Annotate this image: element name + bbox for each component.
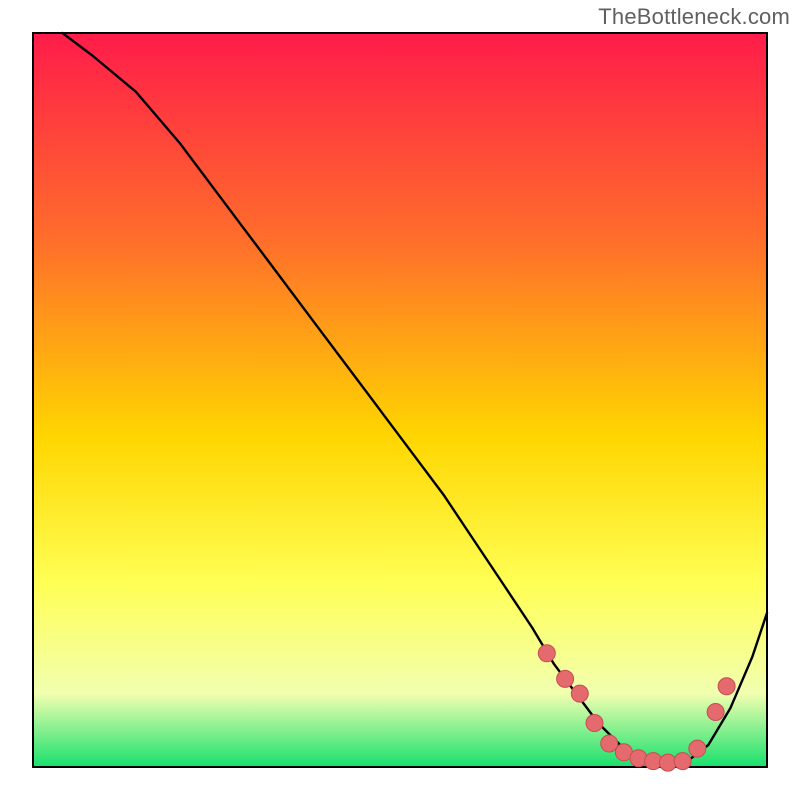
watermark-text: TheBottleneck.com bbox=[598, 4, 790, 30]
marker-dot bbox=[718, 678, 735, 695]
chart-container: TheBottleneck.com bbox=[0, 0, 800, 800]
marker-dot bbox=[586, 715, 603, 732]
marker-dot bbox=[630, 750, 647, 767]
marker-dot bbox=[571, 685, 588, 702]
marker-dot bbox=[601, 735, 618, 752]
marker-dot bbox=[674, 753, 691, 770]
marker-dot bbox=[538, 645, 555, 662]
marker-dot bbox=[557, 670, 574, 687]
marker-dot bbox=[707, 704, 724, 721]
plot-background bbox=[33, 33, 767, 767]
bottleneck-curve-chart bbox=[0, 0, 800, 800]
marker-dot bbox=[689, 740, 706, 757]
